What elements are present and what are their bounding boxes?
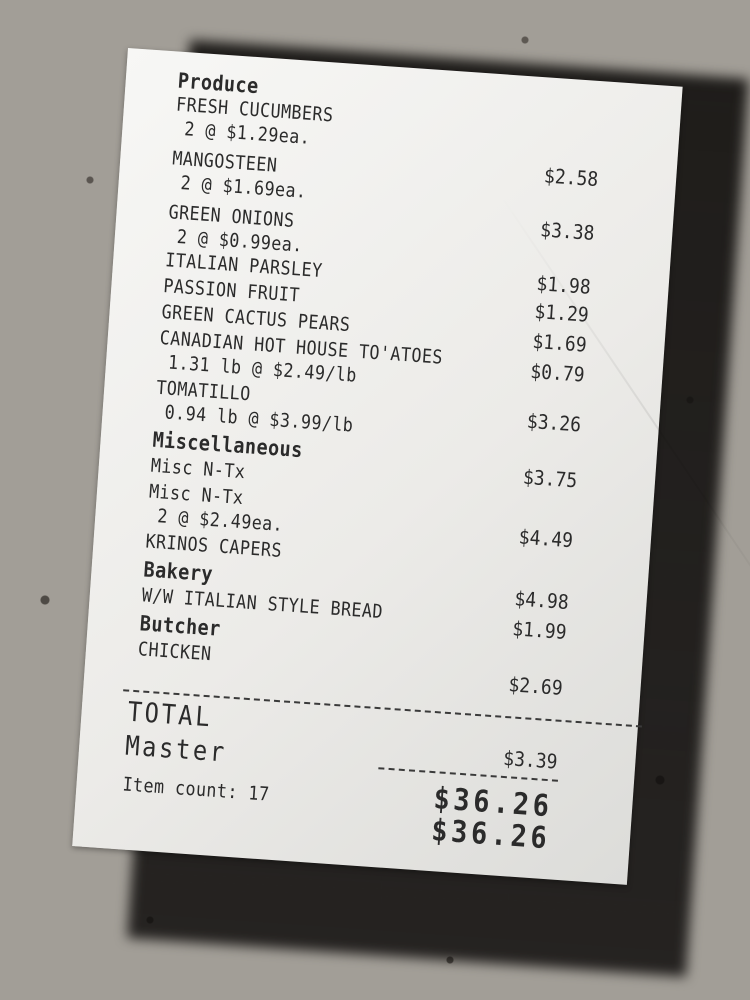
item-price: $2.69 bbox=[507, 672, 564, 700]
receipt: Produce FRESH CUCUMBERS 2 @ $1.29ea. $2.… bbox=[72, 48, 750, 885]
item-price: $1.98 bbox=[535, 271, 592, 299]
item-price: $1.99 bbox=[511, 616, 568, 644]
section-header-produce: Produce bbox=[177, 68, 260, 99]
item-price: $3.39 bbox=[502, 745, 559, 774]
item-price: $1.29 bbox=[533, 299, 590, 327]
item-price: $1.69 bbox=[531, 328, 588, 357]
item-detail: 2 @ $2.49ea. bbox=[156, 505, 284, 536]
item-count: Item count: 17 bbox=[121, 773, 271, 806]
item-detail: 2 @ $1.69ea. bbox=[179, 172, 308, 203]
payment-value: $36.26 bbox=[429, 813, 552, 857]
section-header-bakery: Bakery bbox=[142, 557, 214, 587]
total-label: TOTAL bbox=[126, 696, 214, 734]
item-name: KRINOS CAPERS bbox=[144, 530, 283, 562]
item-price: $3.75 bbox=[522, 464, 578, 493]
item-price: $4.49 bbox=[517, 524, 574, 553]
item-price: $4.98 bbox=[513, 586, 570, 615]
item-price: $2.58 bbox=[543, 163, 599, 192]
item-price: $3.26 bbox=[525, 408, 582, 437]
item-name: CHICKEN bbox=[137, 638, 213, 666]
item-name: Misc N-Tx bbox=[150, 454, 247, 484]
item-price: $0.79 bbox=[529, 358, 586, 387]
item-price: $3.38 bbox=[539, 217, 596, 245]
payment-label: Master bbox=[124, 730, 228, 769]
section-header-butcher: Butcher bbox=[139, 611, 222, 641]
